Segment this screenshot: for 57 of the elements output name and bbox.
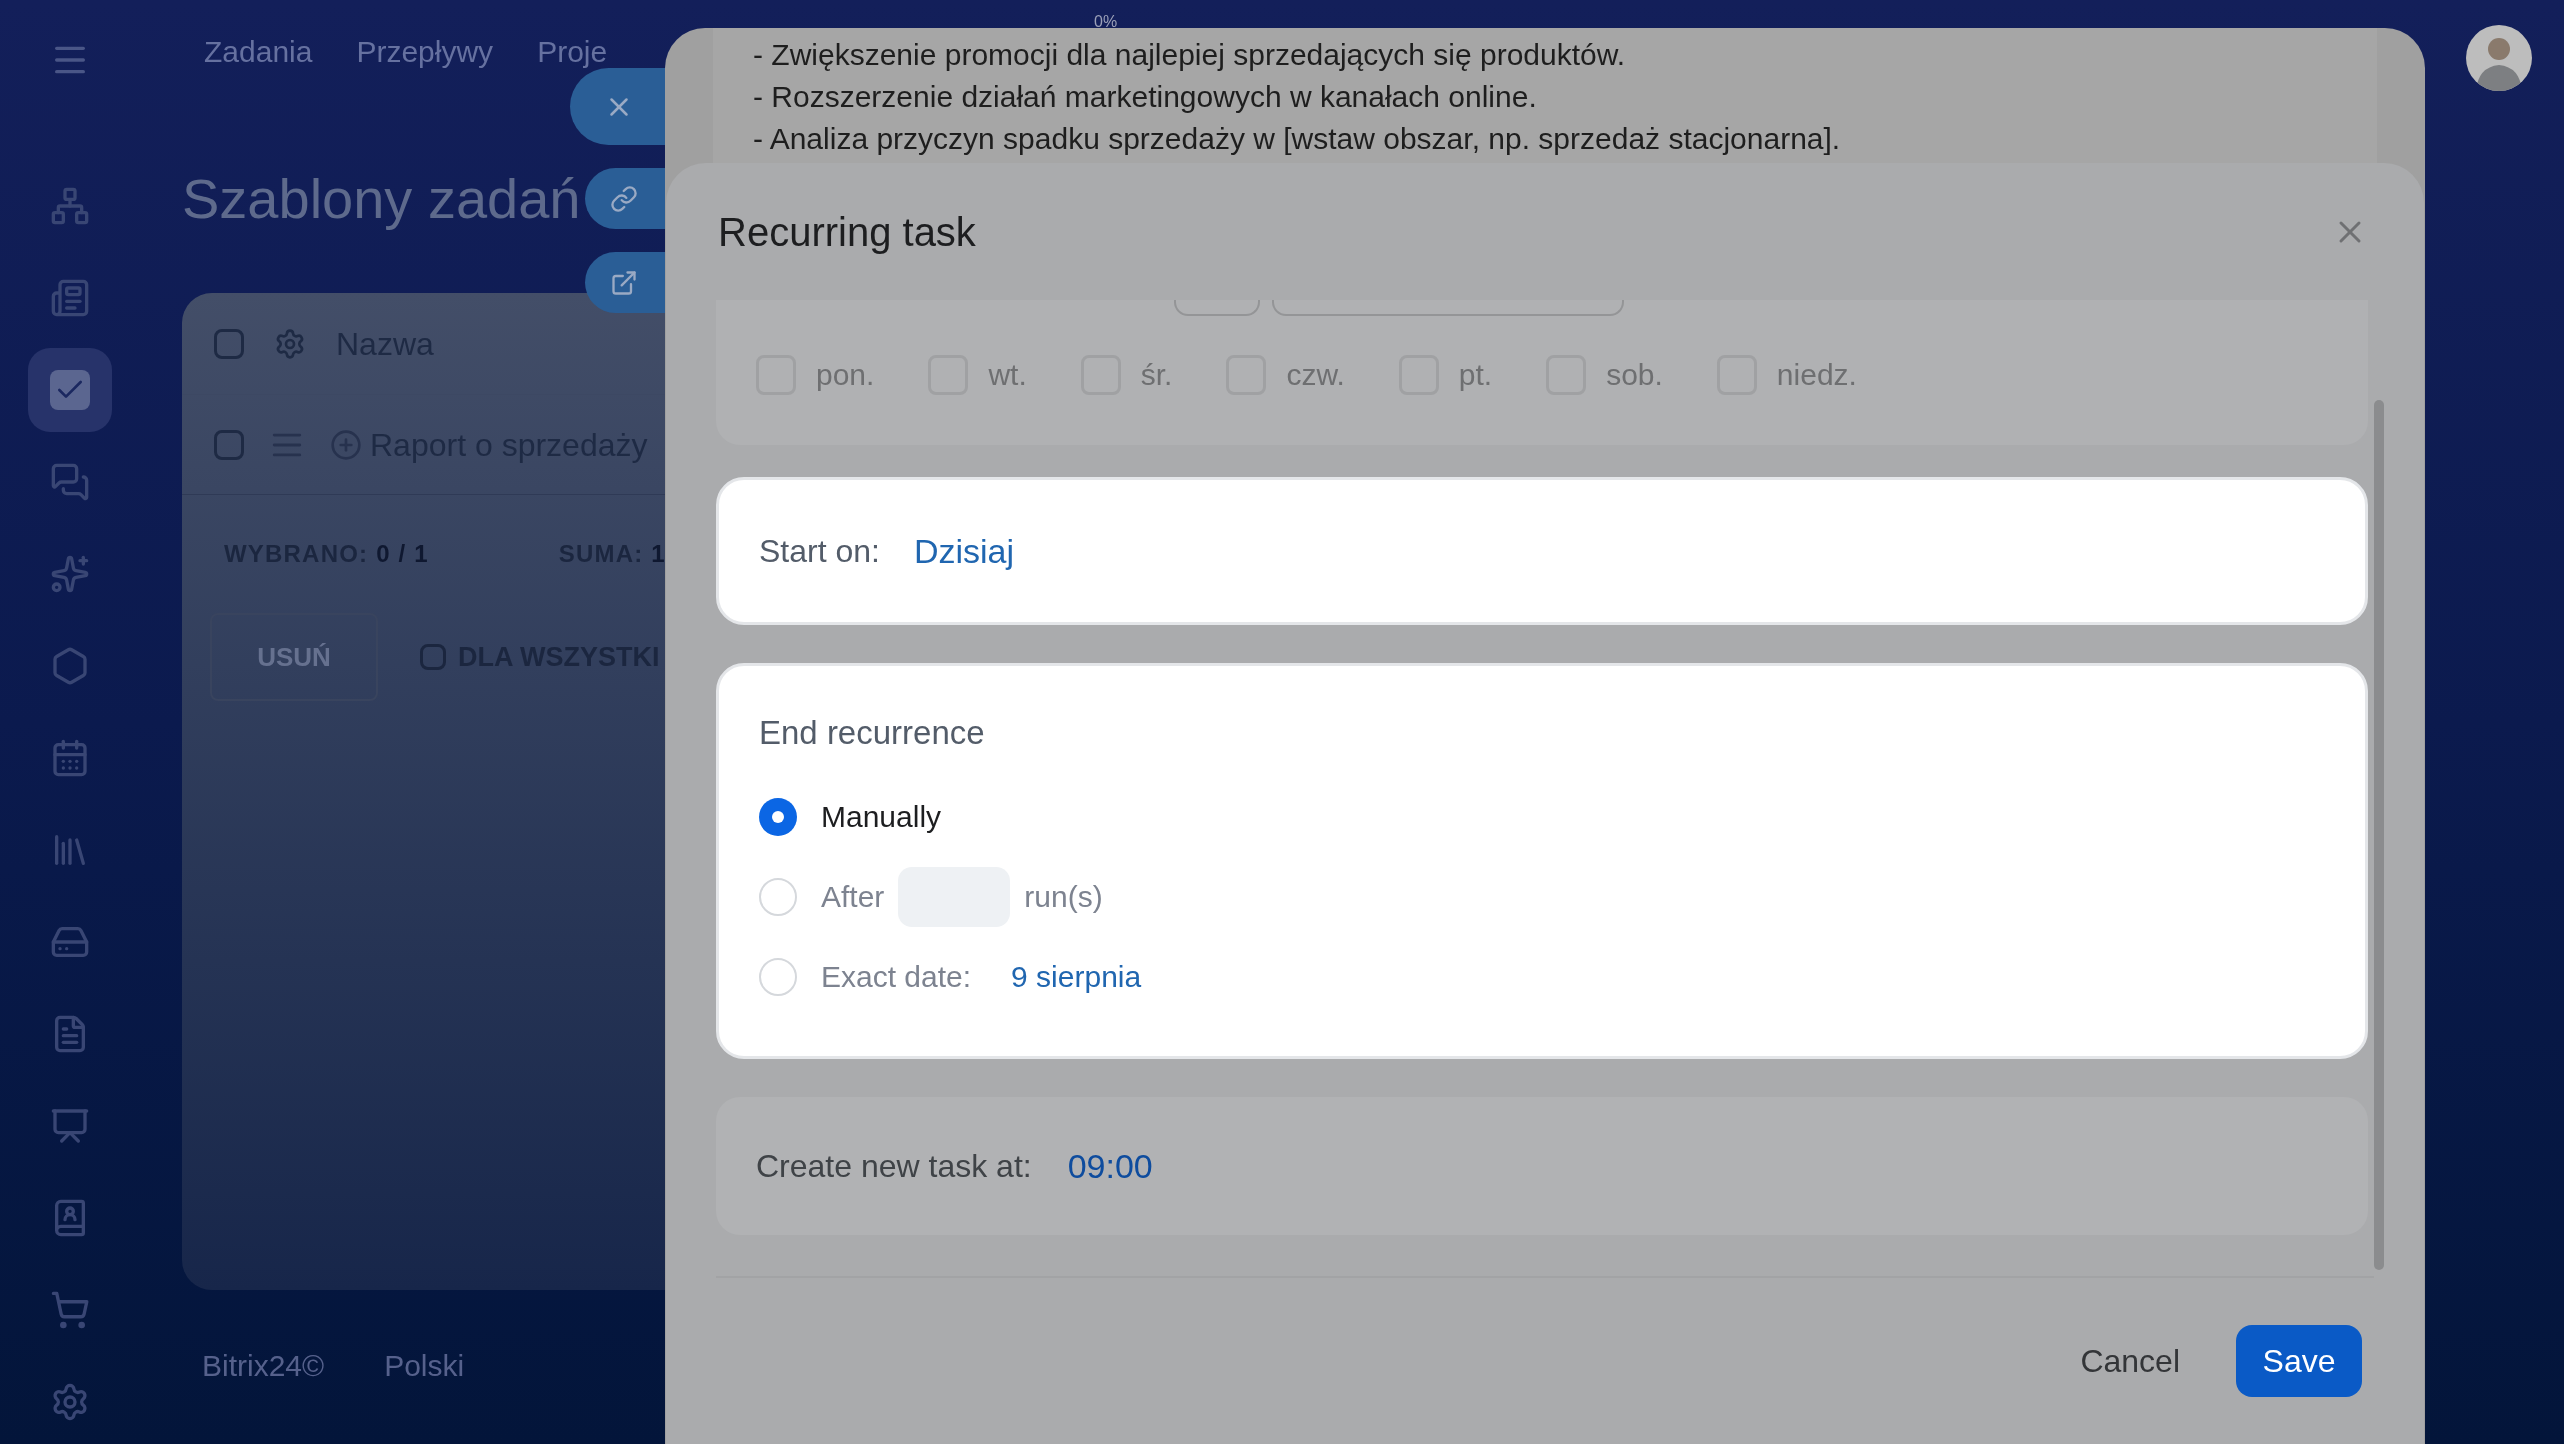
calendar-icon [50,738,90,778]
input-field[interactable] [1174,300,1260,316]
sidebar-item[interactable] [28,348,112,432]
page-title: Szablony zadań [182,165,581,232]
time-link[interactable]: 09:00 [1067,1140,1153,1192]
progress-label: 0% [1094,12,1118,32]
option-label: Exact date: [821,959,972,995]
settings-icon[interactable] [274,327,306,360]
newspaper-icon [50,278,90,318]
checkbox-label: czw. [1286,357,1345,393]
checkbox-label: niedz. [1776,357,1857,393]
option-label: run(s) [1024,879,1103,915]
description-line: - Zwiększenie promocji dla najlepiej sprzedających się produktów. [753,37,1627,73]
option-label: Manually [821,799,942,835]
dialog-title: Recurring task [718,208,976,256]
nav-tab[interactable]: Zadania [204,37,313,67]
nav-tab[interactable]: Przepływy [356,37,494,67]
checkbox-label: wt. [988,357,1027,393]
scrollbar[interactable] [2374,400,2384,1270]
checkbox[interactable] [420,644,446,670]
checkbox[interactable] [214,429,244,460]
nav-tab[interactable]: Proje [537,37,608,67]
option-label: After [821,879,885,915]
footer-brand: Bitrix24© [202,1347,325,1384]
radio-button[interactable] [759,877,797,916]
checkbox-label: pt. [1458,357,1493,393]
save-button[interactable]: Save [2236,1325,2362,1397]
description-line: - Rozszerzenie działań marketingowych w kanałach online. [753,79,1538,115]
open-in-new-window-button[interactable] [585,252,665,313]
add-icon[interactable] [330,428,362,461]
sparkle-icon [50,554,90,594]
date-link[interactable]: Dzisiaj [913,525,1015,577]
close-button[interactable] [570,68,665,145]
checkbox-label: śr. [1140,357,1173,393]
description-line: - Analiza przyczyn spadku sprzedaży w [wstaw obszar, np. sprzedaż stacjonarna]. [753,121,1842,157]
settings-icon [50,1382,90,1422]
input-field[interactable] [1272,300,1624,316]
presentation-icon [50,1106,90,1146]
hexagon-icon [50,646,90,686]
field-label: Create new task at: [756,1147,1032,1186]
radio-button[interactable] [759,957,797,996]
external-link-icon [610,268,638,297]
chat-icon [50,462,90,502]
checkbox-label: pon. [816,357,875,393]
language-link[interactable]: Polski [384,1342,465,1388]
checkmark-icon [50,370,90,410]
checkbox[interactable] [214,328,244,359]
date-link[interactable]: 9 sierpnia [1011,954,1142,999]
link-icon [610,184,638,213]
checkbox-label: sob. [1606,357,1663,393]
cart-icon [50,1290,90,1330]
radio-button[interactable] [759,797,797,836]
network-icon [50,186,90,226]
link-button[interactable] [585,168,665,229]
cancel-button[interactable]: Cancel [2080,1337,2180,1385]
section-title: End recurrence [759,713,986,753]
field-label: Start on: [759,532,880,571]
